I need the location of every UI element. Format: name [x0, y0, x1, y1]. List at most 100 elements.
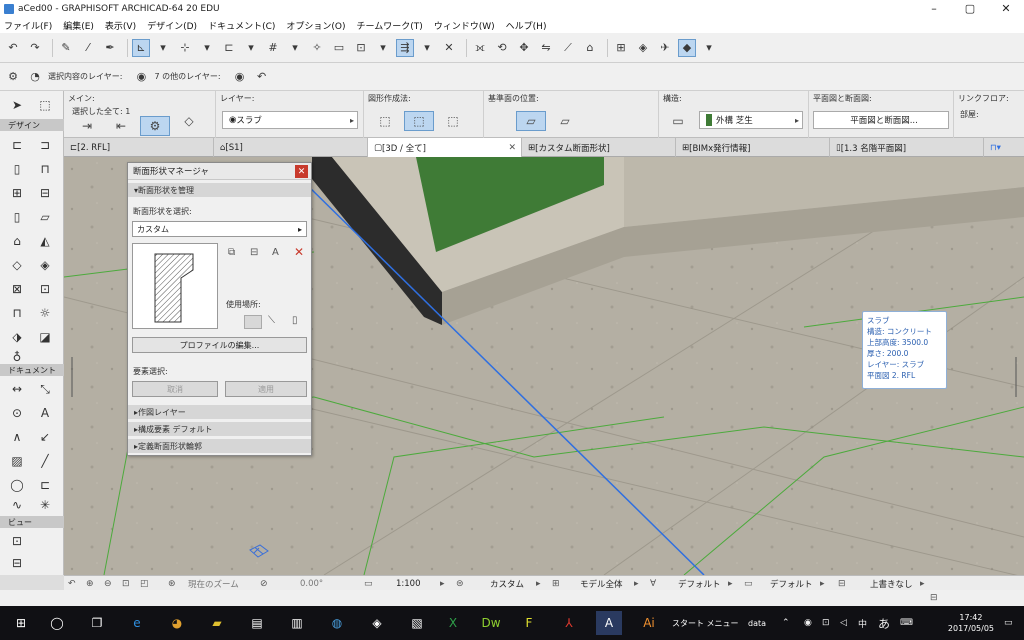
3d-cutaway-icon[interactable]: ⊞: [612, 39, 630, 57]
zoom-out-icon[interactable]: ⊖: [104, 576, 112, 591]
orbit-icon[interactable]: ⊘: [260, 576, 268, 591]
railing-tool-icon[interactable]: ⏥: [32, 207, 58, 227]
column-tool-icon[interactable]: ▯: [4, 159, 30, 179]
geometry-custom-icon[interactable]: ⬚: [438, 111, 468, 131]
menu-teamwork[interactable]: チームワーク(T): [356, 19, 422, 32]
view-section-header[interactable]: ビュー: [0, 516, 64, 528]
ime-hiragana[interactable]: あ: [878, 606, 890, 640]
cloud-tool-icon[interactable]: ◪: [32, 327, 58, 347]
menu-window[interactable]: ウィンドウ(W): [434, 19, 495, 32]
skylight-tool-icon[interactable]: ⊟: [32, 183, 58, 203]
close-button[interactable]: ✕: [988, 0, 1024, 17]
rotation-angle[interactable]: 0.00°: [300, 576, 323, 591]
dropdown-arrow-icon[interactable]: ▾: [154, 39, 172, 57]
document-section-header[interactable]: ドキュメント: [0, 364, 64, 376]
text-icon[interactable]: A: [272, 247, 279, 258]
archicad-taskbar-icon[interactable]: A: [596, 611, 622, 635]
ime-mode-icon[interactable]: 中: [858, 606, 867, 640]
split-icon[interactable]: ✕: [440, 39, 458, 57]
hotspot-tool-icon[interactable]: ✳: [32, 495, 58, 515]
duplicate-icon[interactable]: ⧉: [228, 247, 235, 258]
dropdown-arrow-icon[interactable]: ▸: [920, 576, 925, 591]
stair-tool-icon[interactable]: ▯: [4, 207, 30, 227]
menu-edit[interactable]: 編集(E): [63, 19, 94, 32]
text-tool-icon[interactable]: A: [32, 403, 58, 423]
tab-1-3-floorplan[interactable]: ▯ [1.3 名階平面図]: [830, 138, 984, 157]
profile-outline-section[interactable]: ▸ 定義断面形状輪郭: [128, 439, 311, 453]
beam-usage-icon[interactable]: ⟍: [268, 315, 275, 326]
menu-file[interactable]: ファイル(F): [4, 19, 52, 32]
mesh-tool-icon[interactable]: ◈: [32, 255, 58, 275]
lock-icon[interactable]: ⊡: [352, 39, 370, 57]
trace-icon[interactable]: ⇶: [396, 38, 414, 57]
component-default-section[interactable]: ▸ 構成要素 デフォルト: [128, 422, 311, 436]
illustrator-icon[interactable]: Ai: [636, 611, 662, 635]
layer-select[interactable]: ◉ スラブ ▸: [222, 111, 358, 129]
manage-profile-section[interactable]: ▾ 断面形状を管理: [128, 183, 311, 197]
pan-icon[interactable]: ⊡: [122, 576, 130, 591]
palette-title-bar[interactable]: 断面形状マネージャ: [128, 163, 311, 180]
undo-icon[interactable]: ↶: [4, 39, 22, 57]
layer-visibility-icon[interactable]: ◔: [26, 68, 44, 86]
arrow-tool-icon[interactable]: ➤: [4, 95, 30, 115]
house-icon[interactable]: ⌂: [581, 39, 599, 57]
label-tool-icon[interactable]: ↙: [32, 427, 58, 447]
select-area-icon[interactable]: ⇤: [106, 116, 136, 136]
morph-tool-icon[interactable]: ⬗: [4, 327, 30, 347]
guide-lines-settings-icon[interactable]: ⊹: [176, 39, 194, 57]
3d-style-icon[interactable]: ◆: [678, 38, 696, 57]
3d-navigate-icon[interactable]: ◈: [634, 39, 652, 57]
scale-value[interactable]: 1:100: [396, 576, 421, 591]
undo-zoom-icon[interactable]: ↶: [68, 576, 76, 591]
pen-set[interactable]: カスタム: [490, 576, 524, 591]
lock-select-icon[interactable]: ⚙: [140, 116, 170, 136]
redo-icon[interactable]: ↷: [26, 39, 44, 57]
slab-tool-icon[interactable]: ◇: [4, 255, 30, 275]
maximize-button[interactable]: ▢: [952, 0, 988, 17]
geometry-complex-icon[interactable]: ⬚: [404, 111, 434, 131]
file-explorer-icon[interactable]: ▰: [204, 611, 230, 635]
structure-select[interactable]: 外構 芝生 ▸: [699, 111, 803, 129]
rename-icon[interactable]: ⊟: [250, 247, 258, 258]
dropdown-arrow-icon[interactable]: ▸: [440, 576, 445, 591]
menu-document[interactable]: ドキュメント(C): [208, 19, 275, 32]
wall-usage-icon[interactable]: [244, 315, 262, 329]
graphic-override[interactable]: 上書きなし: [870, 576, 913, 591]
marquee-tool-icon[interactable]: ⬚: [32, 95, 58, 115]
edge-browser-icon[interactable]: e: [124, 611, 150, 635]
menu-help[interactable]: ヘルプ(H): [506, 19, 547, 32]
structure-type-icon[interactable]: ▭: [663, 111, 693, 131]
grid-snap-icon[interactable]: #: [264, 39, 282, 57]
column-usage-icon[interactable]: ▯: [292, 315, 298, 326]
dreamweaver-icon[interactable]: Dw: [478, 611, 504, 635]
transform-icon[interactable]: ⟗: [471, 39, 489, 57]
offset-icon[interactable]: ⟋: [559, 39, 577, 57]
data-folder-label[interactable]: data: [748, 606, 766, 640]
dropdown-arrow-icon[interactable]: ▸: [728, 576, 733, 591]
windows-start-icon[interactable]: ⊞: [8, 611, 34, 635]
drafting-layer-section[interactable]: ▸ 作図レイヤー: [128, 405, 311, 419]
tab-bimx[interactable]: ⊞ [BIMx発行情報]: [676, 138, 830, 157]
layer-settings-icon[interactable]: ⚙: [4, 68, 22, 86]
menu-options[interactable]: オプション(O): [286, 19, 345, 32]
minimize-button[interactable]: –: [916, 0, 952, 17]
task-view-icon[interactable]: ❐: [84, 611, 110, 635]
beam-tool-icon[interactable]: ⊓: [32, 159, 58, 179]
search-icon[interactable]: ◯: [44, 611, 70, 635]
door-tool-icon[interactable]: ⊐: [32, 135, 58, 155]
design-section-header[interactable]: デザイン: [0, 119, 64, 131]
delete-icon[interactable]: ✕: [294, 245, 304, 259]
wall-tool-icon[interactable]: ⊏: [4, 135, 30, 155]
zone-tool-icon[interactable]: ⊠: [4, 279, 30, 299]
undo-layer-icon[interactable]: ↶: [253, 68, 271, 86]
menu-design[interactable]: デザイン(D): [147, 19, 197, 32]
dimension-default[interactable]: デフォルト: [678, 576, 721, 591]
tab-custom-profile[interactable]: ⊞ [カスタム断面形状]: [522, 138, 676, 157]
lamp-tool-icon[interactable]: ☼: [32, 303, 58, 323]
window-tool-icon[interactable]: ⊞: [4, 183, 30, 203]
start-menu-label[interactable]: スタート メニュー: [672, 606, 739, 640]
syringe-icon[interactable]: ✒: [101, 39, 119, 57]
dropdown-arrow-icon[interactable]: ▸: [820, 576, 825, 591]
select-element-icon[interactable]: ⇥: [72, 116, 102, 136]
line-tool-icon[interactable]: ╱: [32, 451, 58, 471]
